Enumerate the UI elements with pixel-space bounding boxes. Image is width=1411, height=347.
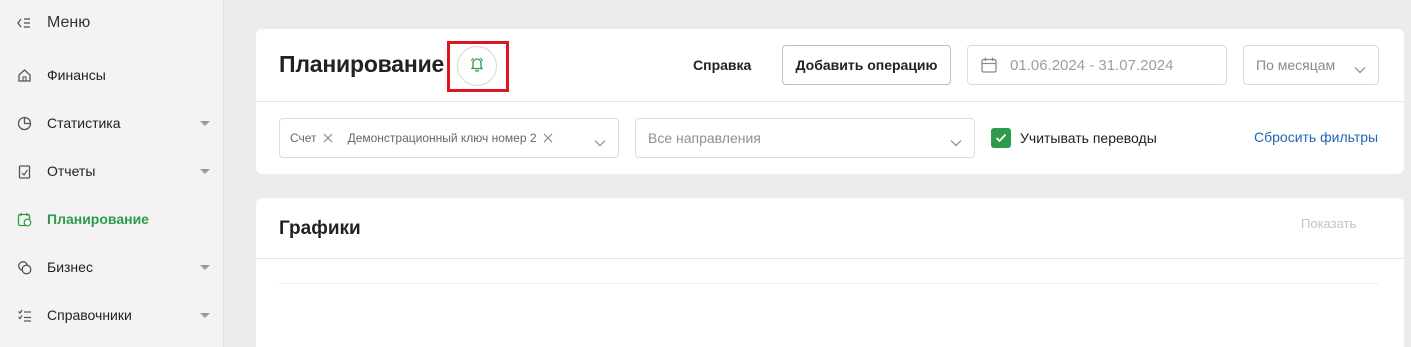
transfers-toggle[interactable]: Учитывать переводы bbox=[991, 128, 1157, 148]
period-value: По месяцам bbox=[1256, 57, 1336, 73]
sidebar-item-planning[interactable]: Планирование bbox=[16, 207, 212, 231]
sidebar-item-business[interactable]: Бизнес bbox=[16, 255, 212, 279]
close-icon[interactable] bbox=[542, 132, 554, 144]
planning-header-card: Планирование Справка Добавить операцию 0… bbox=[256, 29, 1404, 174]
sidebar-item-label: Финансы bbox=[47, 67, 106, 83]
account-filter-select[interactable]: Счет Демонстрационный ключ номер 2 bbox=[279, 118, 619, 158]
chip-label: Счет bbox=[290, 131, 317, 145]
charts-content-area bbox=[279, 283, 1379, 285]
transfers-checkbox[interactable] bbox=[991, 128, 1011, 148]
divider bbox=[256, 258, 1404, 259]
chevron-down-icon bbox=[950, 134, 962, 150]
collapse-menu-icon bbox=[16, 15, 32, 31]
chevron-down-icon bbox=[1354, 61, 1366, 77]
chevron-down-icon bbox=[200, 168, 210, 174]
page-title: Планирование bbox=[279, 51, 445, 77]
charts-title: Графики bbox=[279, 218, 361, 239]
check-icon bbox=[995, 133, 1007, 143]
sidebar-item-label: Статистика bbox=[47, 115, 121, 131]
home-icon bbox=[16, 67, 32, 83]
pie-chart-icon bbox=[16, 115, 32, 131]
sidebar-item-label: Справочники bbox=[47, 307, 132, 323]
charts-card: Графики Показать bbox=[256, 198, 1404, 347]
transfers-label: Учитывать переводы bbox=[1020, 130, 1157, 146]
direction-filter-select[interactable]: Все направления bbox=[635, 118, 975, 158]
account-chip[interactable]: Счет bbox=[290, 131, 334, 145]
chevron-down-icon bbox=[594, 134, 606, 152]
sidebar-item-directories[interactable]: Справочники bbox=[16, 303, 212, 327]
sidebar-item-label: Отчеты bbox=[47, 163, 96, 179]
sidebar-item-label: Планирование bbox=[47, 211, 149, 227]
sidebar-item-finance[interactable]: Финансы bbox=[16, 63, 212, 87]
chevron-down-icon bbox=[200, 120, 210, 126]
reset-filters-link[interactable]: Сбросить фильтры bbox=[1254, 129, 1378, 145]
sidebar-item-statistics[interactable]: Статистика bbox=[16, 111, 212, 135]
bell-icon bbox=[469, 56, 485, 77]
chevron-down-icon bbox=[200, 264, 210, 270]
close-icon[interactable] bbox=[322, 132, 334, 144]
date-range-value: 01.06.2024 - 31.07.2024 bbox=[1010, 56, 1174, 74]
menu-label: Меню bbox=[47, 14, 91, 31]
calendar-clock-icon bbox=[16, 211, 32, 227]
report-icon bbox=[16, 163, 32, 179]
show-charts-link[interactable]: Показать bbox=[1301, 216, 1356, 231]
chip-label: Демонстрационный ключ номер 2 bbox=[347, 131, 537, 145]
checklist-icon bbox=[16, 307, 32, 323]
account-chip[interactable]: Демонстрационный ключ номер 2 bbox=[348, 131, 554, 145]
date-range-picker[interactable]: 01.06.2024 - 31.07.2024 bbox=[967, 45, 1227, 85]
chevron-down-icon bbox=[200, 312, 210, 318]
add-operation-button[interactable]: Добавить операцию bbox=[782, 45, 951, 85]
divider bbox=[256, 101, 1404, 102]
sidebar-item-reports[interactable]: Отчеты bbox=[16, 159, 212, 183]
help-link[interactable]: Справка bbox=[693, 57, 751, 73]
notifications-button[interactable] bbox=[457, 46, 497, 86]
menu-toggle[interactable]: Меню bbox=[16, 12, 90, 34]
calendar-icon bbox=[980, 56, 998, 74]
coins-icon bbox=[16, 259, 32, 275]
sidebar-item-label: Бизнес bbox=[47, 259, 93, 275]
sidebar: Меню Финансы Статистика Отчеты Планирова… bbox=[0, 0, 224, 347]
period-select[interactable]: По месяцам bbox=[1243, 45, 1379, 85]
direction-placeholder: Все направления bbox=[648, 130, 761, 146]
